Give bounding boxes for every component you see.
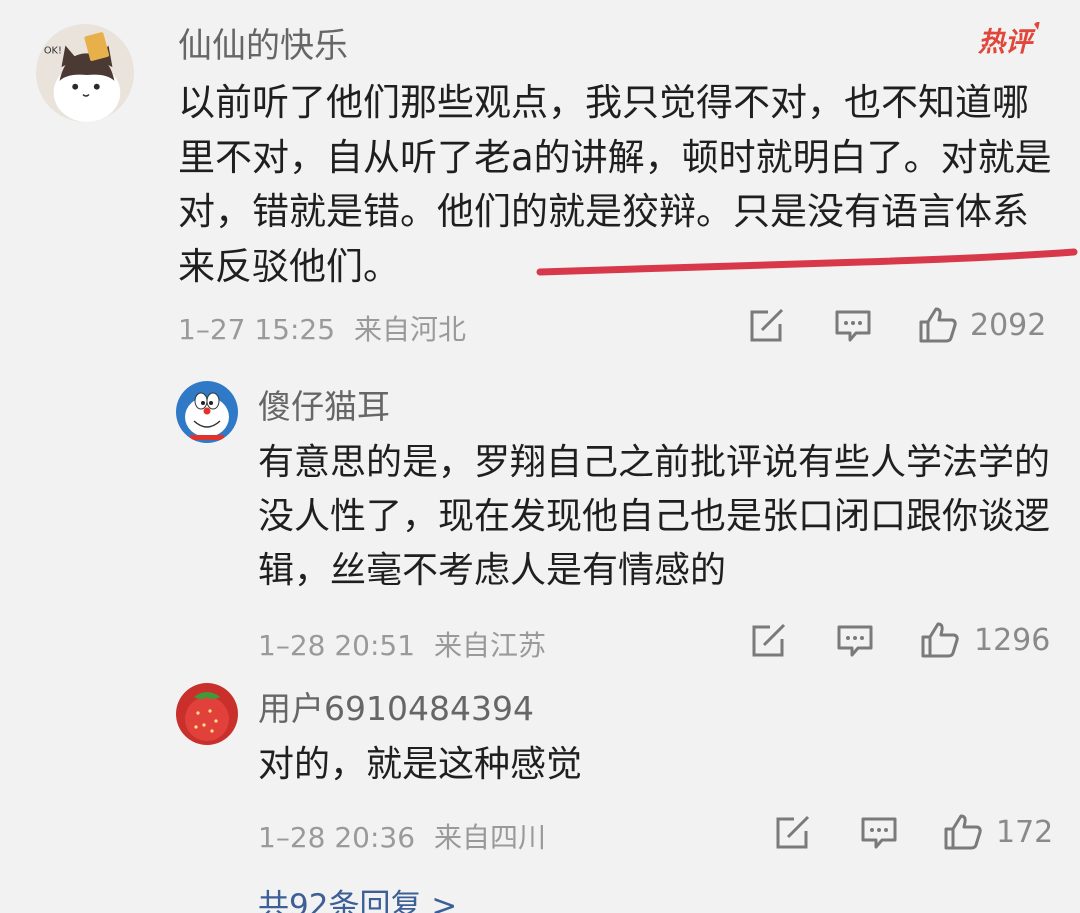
comment-text: 以前听了他们那些观点，我只觉得不对，也不知道哪里不对，自从听了老a的讲解，顿时就… [178,81,1052,288]
comment-icon[interactable] [834,309,872,343]
view-all-replies-link[interactable]: 共92条回复 > [258,880,457,913]
reply-meta: 1–28 20:51 来自江苏 [258,624,546,664]
commenter-avatar[interactable]: OK! [36,24,134,122]
comment-icon[interactable] [836,624,874,658]
reply-text: 有意思的是，罗翔自己之前批评说有些人学法学的没人性了，现在发现他自己也是张口闭口… [258,442,1051,591]
comment-date: 1–27 15:25 [178,313,336,346]
svg-text:OK!: OK! [44,45,62,56]
hot-badge-label: 热评 [978,27,1036,58]
strawberry-avatar-icon [176,683,238,745]
thumbs-up-icon[interactable] [943,813,983,851]
like-count: 172 [996,815,1054,850]
reply-date: 1–28 20:36 [258,821,416,854]
like-count: 1296 [974,623,1051,658]
share-icon[interactable] [750,623,788,659]
reply-username[interactable]: 傻仔猫耳 [258,380,390,428]
reply-location: 来自江苏 [433,629,546,662]
thumbs-up-icon[interactable] [920,621,960,659]
thumbs-up-icon[interactable] [918,306,958,344]
reply-username[interactable]: 用户6910484394 [258,682,534,730]
comment-thread: OK! 仙仙的快乐 热评 以前听了他们那些观点，我只觉得不对，也不知道哪里不对，… [0,0,1080,913]
reply-avatar[interactable] [176,381,238,443]
reply-avatar[interactable] [176,683,238,745]
share-icon[interactable] [774,815,812,851]
comment-location: 来自河北 [353,313,466,346]
hot-comment-badge: 热评 [978,22,1042,58]
reply-location: 来自四川 [433,821,546,854]
comment-icon[interactable] [860,816,898,850]
comment-meta: 1–27 15:25 来自河北 [178,308,466,348]
share-icon[interactable] [748,308,786,344]
doraemon-avatar-icon [176,381,238,443]
reply-meta: 1–28 20:36 来自四川 [258,816,546,856]
reply-text: 对的，就是这种感觉 [258,744,583,785]
commenter-username[interactable]: 仙仙的快乐 [178,18,348,67]
cat-avatar-icon: OK! [36,24,134,122]
like-count: 2092 [970,308,1047,343]
reply-date: 1–28 20:51 [258,629,416,662]
